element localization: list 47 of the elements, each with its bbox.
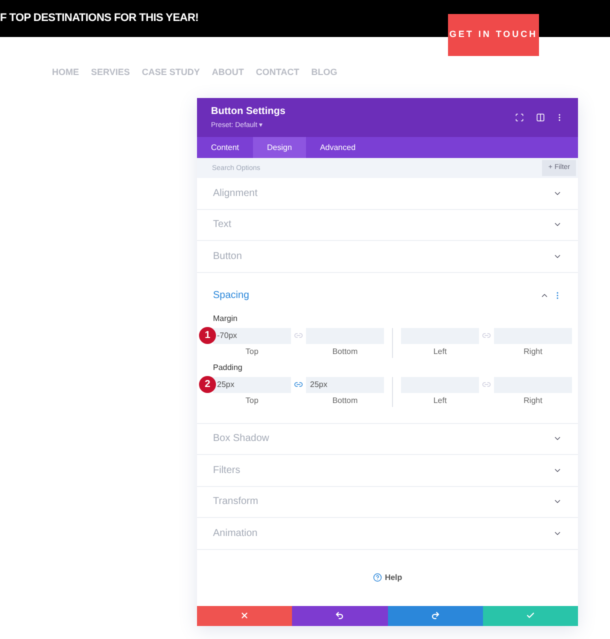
nav-link[interactable]: CONTACT (256, 66, 300, 80)
field-caption: Top (246, 394, 258, 406)
section-title[interactable]: Box Shadow (213, 431, 553, 446)
redo-button[interactable] (388, 606, 483, 626)
section-title[interactable]: Button (213, 248, 553, 264)
save-button[interactable] (482, 606, 578, 626)
field-caption: Left (433, 394, 447, 406)
field-caption: Bottom (332, 394, 358, 406)
group-label: Margin (213, 312, 238, 324)
panel-title: Button Settings (211, 104, 286, 119)
check-icon (526, 611, 535, 620)
input-field[interactable]: 25px (306, 376, 384, 392)
tab[interactable]: Design (253, 137, 306, 158)
input-field[interactable]: -70px (213, 328, 291, 344)
section-title[interactable]: Animation (213, 526, 553, 541)
undo-icon (335, 611, 344, 620)
section-title[interactable]: Transform (213, 494, 553, 510)
group-label: Padding (213, 362, 244, 374)
nav-link[interactable]: ABOUT (212, 66, 244, 80)
field-caption: Left (433, 346, 447, 358)
close-icon (240, 611, 250, 620)
split-view-icon[interactable] (536, 113, 545, 122)
link-icon[interactable] (294, 380, 303, 388)
headline: F TOP DESTINATIONS FOR THIS YEAR! (0, 11, 199, 26)
field-caption: Bottom (332, 346, 358, 358)
undo-button[interactable] (292, 606, 388, 626)
expand-icon[interactable] (515, 113, 524, 122)
field-caption: Right (524, 346, 542, 358)
section-title[interactable]: Text (213, 217, 553, 232)
collapse-icon[interactable] (540, 291, 549, 300)
tab[interactable]: Advanced (306, 137, 370, 158)
field-caption: Top (246, 346, 258, 358)
section-title[interactable]: Filters (213, 462, 553, 478)
get-in-touch-button[interactable]: GET IN TOUCH (448, 14, 539, 56)
help-link[interactable]: Help (372, 572, 402, 584)
nav-link[interactable]: CASE STUDY (142, 66, 200, 80)
field-caption: Right (524, 394, 542, 406)
input-field[interactable]: 25px (213, 376, 291, 392)
section-title[interactable]: Spacing (213, 288, 540, 303)
cancel-button[interactable] (197, 606, 292, 626)
redo-icon (430, 611, 440, 620)
nav-link[interactable]: SERVIES (91, 66, 130, 80)
tab[interactable]: Content (197, 137, 254, 158)
section-title[interactable]: Alignment (213, 186, 553, 201)
nav-link[interactable]: HOME (52, 66, 79, 80)
help-icon (372, 573, 382, 582)
nav-link[interactable]: BLOG (311, 66, 338, 80)
